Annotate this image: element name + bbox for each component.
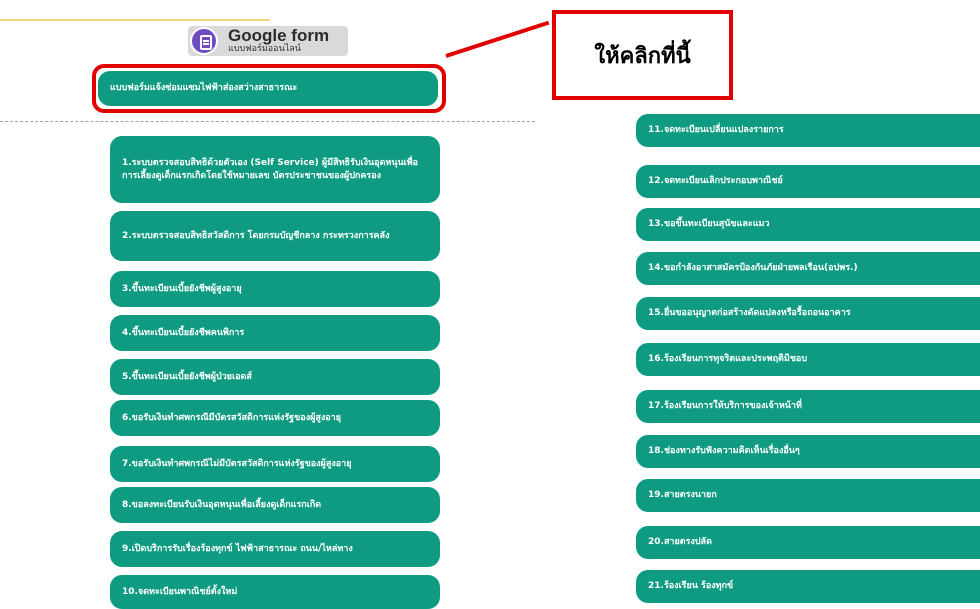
service-label: 17.ร้องเรียนการให้บริการของเจ้าหน้าที่ — [648, 401, 802, 411]
service-label: 16.ร้องเรียนการทุจริตและประพฤติมิชอบ — [648, 354, 808, 364]
service-button-3[interactable]: 3.ขึ้นทะเบียนเบี้ยยังชีพผู้สูงอายุ — [110, 271, 440, 307]
service-label: 6.ขอรับเงินทำศพกรณีมีบัตรสวัสดิการแห่งรั… — [122, 412, 341, 423]
service-label: 15.ยื่นขออนุญาตก่อสร้างดัดแปลงหรือรื้อถอ… — [648, 308, 851, 318]
service-button-11[interactable]: 11.จดทะเบียนเปลี่ยนแปลงรายการ — [636, 114, 980, 147]
top-divider — [0, 19, 270, 21]
service-button-12[interactable]: 12.จดทะเบียนเลิกประกอบพาณิชย์ — [636, 165, 980, 198]
service-button-19[interactable]: 19.สายตรงนายก — [636, 479, 980, 512]
service-button-16[interactable]: 16.ร้องเรียนการทุจริตและประพฤติมิชอบ — [636, 343, 980, 376]
service-button-7[interactable]: 7.ขอรับเงินทำศพกรณีไม่มีบัตรสวัสดิการแห่… — [110, 446, 440, 482]
service-button-14[interactable]: 14.ขอกำลังอาสาสมัครป้องกันภัยฝ่ายพลเรือน… — [636, 252, 980, 285]
service-label: 20.สายตรงปลัด — [648, 537, 712, 547]
service-label: 1.ระบบตรวจสอบสิทธิด้วยตัวเอง (Self Servi… — [122, 157, 419, 181]
service-label: 5.ขึ้นทะเบียนเบี้ยยังชีพผู้ป่วยเอดส์ — [122, 371, 252, 382]
google-forms-icon — [190, 27, 218, 55]
service-label: 2.ระบบตรวจสอบสิทธิสวัสดิการ โดยกรมบัญชีก… — [122, 230, 390, 241]
service-button-21[interactable]: 21.ร้องเรียน ร้องทุกข์ — [636, 570, 980, 603]
service-label: 19.สายตรงนายก — [648, 490, 717, 500]
service-button-17[interactable]: 17.ร้องเรียนการให้บริการของเจ้าหน้าที่ — [636, 390, 980, 423]
service-button-2[interactable]: 2.ระบบตรวจสอบสิทธิสวัสดิการ โดยกรมบัญชีก… — [110, 211, 440, 261]
highlight-box — [92, 64, 446, 113]
service-button-6[interactable]: 6.ขอรับเงินทำศพกรณีมีบัตรสวัสดิการแห่งรั… — [110, 400, 440, 436]
service-label: 14.ขอกำลังอาสาสมัครป้องกันภัยฝ่ายพลเรือน… — [648, 263, 858, 273]
service-button-4[interactable]: 4.ขึ้นทะเบียนเบี้ยยังชีพคนพิการ — [110, 315, 440, 351]
service-label: 8.ขอลงทะเบียนรับเงินอุดหนุนเพื่อเลี้ยงดู… — [122, 499, 322, 510]
service-label: 10.จดทะเบียนพาณิชย์ตั้งใหม่ — [122, 586, 238, 597]
logo-title: Google form — [228, 26, 330, 45]
service-label: 7.ขอรับเงินทำศพกรณีไม่มีบัตรสวัสดิการแห่… — [122, 458, 352, 469]
logo-subtitle: แบบฟอร์มออนไลน์ — [228, 44, 301, 54]
service-label: 18.ช่องทางรับฟังความคิดเห็นเรื่องอื่นๆ — [648, 446, 800, 456]
service-button-18[interactable]: 18.ช่องทางรับฟังความคิดเห็นเรื่องอื่นๆ — [636, 435, 980, 468]
service-label: 4.ขึ้นทะเบียนเบี้ยยังชีพคนพิการ — [122, 327, 245, 338]
callout-connector — [445, 20, 550, 58]
service-button-5[interactable]: 5.ขึ้นทะเบียนเบี้ยยังชีพผู้ป่วยเอดส์ — [110, 359, 440, 395]
service-label: 13.ขอขึ้นทะเบียนสุนัขและแมว — [648, 219, 770, 229]
service-button-15[interactable]: 15.ยื่นขออนุญาตก่อสร้างดัดแปลงหรือรื้อถอ… — [636, 297, 980, 330]
service-button-8[interactable]: 8.ขอลงทะเบียนรับเงินอุดหนุนเพื่อเลี้ยงดู… — [110, 487, 440, 523]
callout-text: ให้คลิกที่นี้ — [594, 43, 691, 69]
service-label: 21.ร้องเรียน ร้องทุกข์ — [648, 581, 734, 591]
dashed-divider — [0, 121, 535, 122]
service-label: 12.จดทะเบียนเลิกประกอบพาณิชย์ — [648, 176, 783, 186]
service-button-20[interactable]: 20.สายตรงปลัด — [636, 526, 980, 559]
service-label: 11.จดทะเบียนเปลี่ยนแปลงรายการ — [648, 125, 784, 135]
service-label: 3.ขึ้นทะเบียนเบี้ยยังชีพผู้สูงอายุ — [122, 283, 242, 294]
service-button-1[interactable]: 1.ระบบตรวจสอบสิทธิด้วยตัวเอง (Self Servi… — [110, 136, 440, 203]
service-label: 9.เปิดบริการรับเรื่องร้องทุกข์ ไฟฟ้าสาธา… — [122, 543, 353, 554]
service-button-9[interactable]: 9.เปิดบริการรับเรื่องร้องทุกข์ ไฟฟ้าสาธา… — [110, 531, 440, 567]
callout-box: ให้คลิกที่นี้ — [552, 10, 733, 100]
google-form-logo: Google form แบบฟอร์มออนไลน์ — [188, 26, 348, 56]
service-button-13[interactable]: 13.ขอขึ้นทะเบียนสุนัขและแมว — [636, 208, 980, 241]
